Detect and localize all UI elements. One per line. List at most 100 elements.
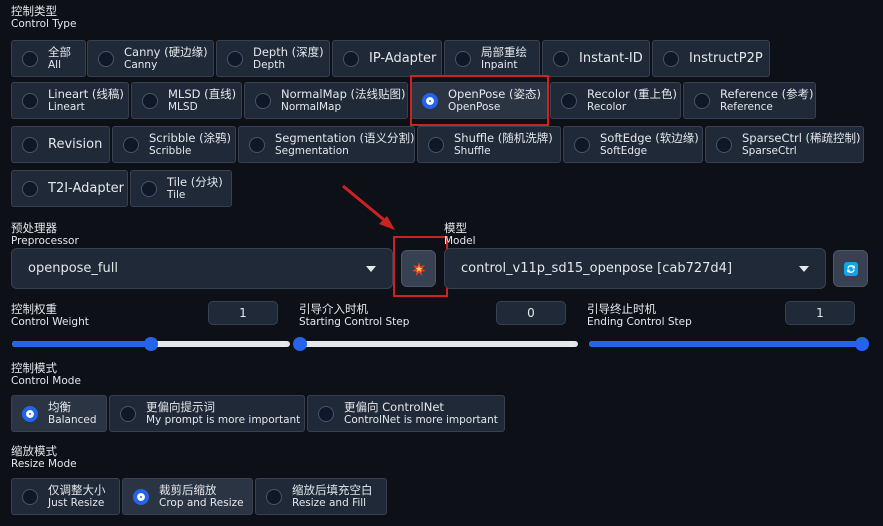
radio-option[interactable]: Instant-ID <box>542 40 650 77</box>
radio-option-text: 更偏向 ControlNet ControlNet is more importa… <box>344 400 498 427</box>
radio-option-text: 缩放后填充空白 Resize and Fill <box>292 484 373 510</box>
starting-step-slider-thumb[interactable] <box>293 337 307 351</box>
radio-unchecked-icon[interactable] <box>574 136 590 153</box>
control-type-label-en: Control Type <box>11 18 77 30</box>
radio-option[interactable]: Shuffle (随机洗牌) Shuffle <box>417 126 561 163</box>
radio-option-text: 更偏向提示词 My prompt is more important <box>146 401 300 427</box>
highlight-box-run-preprocessor <box>393 236 448 297</box>
radio-option[interactable]: Revision <box>11 126 110 163</box>
radio-option[interactable]: Lineart (线稿) Lineart <box>11 82 129 119</box>
radio-unchecked-icon[interactable] <box>249 136 265 153</box>
radio-unchecked-icon[interactable] <box>428 136 444 153</box>
radio-checked-icon[interactable] <box>133 488 149 505</box>
radio-unchecked-icon[interactable] <box>22 180 38 197</box>
radio-option[interactable]: SparseCtrl (稀疏控制) SparseCtrl <box>705 126 864 163</box>
control-weight-slider-thumb[interactable] <box>144 337 158 351</box>
radio-option[interactable]: Depth (深度) Depth <box>216 40 330 77</box>
radio-unchecked-icon[interactable] <box>455 50 471 67</box>
radio-option-label: Scribble (涂鸦) <box>149 131 232 145</box>
radio-option-text: Shuffle (随机洗牌) Shuffle <box>454 132 553 158</box>
radio-option[interactable]: Scribble (涂鸦) Scribble <box>112 126 236 163</box>
radio-option-sublabel: MLSD <box>168 101 198 113</box>
radio-option-label: Revision <box>48 137 103 152</box>
radio-unchecked-icon[interactable] <box>227 50 243 67</box>
radio-option-label: Tile (分块) <box>167 175 223 189</box>
starting-step-input[interactable]: 0 <box>496 301 566 325</box>
radio-unchecked-icon[interactable] <box>123 136 139 153</box>
radio-option-label: Lineart (线稿) <box>48 87 124 101</box>
control-weight-input[interactable]: 1 <box>208 301 278 325</box>
radio-option-label: SoftEdge (软边缘) <box>600 131 699 145</box>
radio-checked-icon[interactable] <box>22 405 38 422</box>
radio-option[interactable]: 均衡 Balanced <box>11 395 107 432</box>
radio-option-label: 均衡 <box>48 400 71 414</box>
radio-option[interactable]: 全部 All <box>11 40 86 77</box>
radio-unchecked-icon[interactable] <box>98 50 114 67</box>
control-weight-label: 控制权重 Control Weight <box>11 303 89 329</box>
radio-option[interactable]: MLSD (直线) MLSD <box>131 82 242 119</box>
radio-option-sublabel: NormalMap <box>281 101 342 113</box>
radio-option[interactable]: InstructP2P <box>652 40 770 77</box>
radio-unchecked-icon[interactable] <box>22 50 38 67</box>
radio-unchecked-icon[interactable] <box>716 136 732 153</box>
radio-option-label: 更偏向 ControlNet <box>344 400 444 414</box>
radio-option[interactable]: SoftEdge (软边缘) SoftEdge <box>563 126 703 163</box>
radio-unchecked-icon[interactable] <box>561 92 577 109</box>
radio-option-label: NormalMap (法线贴图) <box>281 87 406 101</box>
radio-option-sublabel: Resize and Fill <box>292 497 367 509</box>
radio-option[interactable]: 更偏向提示词 My prompt is more important <box>109 395 305 432</box>
radio-unchecked-icon[interactable] <box>694 92 710 109</box>
starting-step-slider[interactable] <box>293 337 578 351</box>
control-type-label-cn: 控制类型 <box>11 4 57 18</box>
radio-option[interactable]: IP-Adapter <box>332 40 442 77</box>
radio-unchecked-icon[interactable] <box>318 405 334 422</box>
radio-option-text: 裁剪后缩放 Crop and Resize <box>159 484 244 510</box>
preprocessor-value: openpose_full <box>28 261 118 276</box>
radio-unchecked-icon[interactable] <box>120 405 136 422</box>
radio-unchecked-icon[interactable] <box>663 50 679 67</box>
radio-option-label: 仅调整大小 <box>48 483 106 497</box>
radio-option[interactable]: 裁剪后缩放 Crop and Resize <box>122 478 253 515</box>
radio-unchecked-icon[interactable] <box>22 488 38 505</box>
radio-option[interactable]: Tile (分块) Tile <box>130 170 232 207</box>
ending-step-slider[interactable] <box>589 337 869 351</box>
radio-option[interactable]: T2I-Adapter <box>11 170 128 207</box>
radio-option[interactable]: 仅调整大小 Just Resize <box>11 478 120 515</box>
radio-option-text: Segmentation (语义分割) Segmentation <box>275 132 414 158</box>
ending-step-label-en: Ending Control Step <box>587 316 692 328</box>
radio-option-label: IP-Adapter <box>369 51 437 66</box>
preprocessor-label: 预处理器 Preprocessor <box>11 222 79 248</box>
refresh-models-button[interactable] <box>833 250 868 287</box>
model-dropdown[interactable]: control_v11p_sd15_openpose [cab727d4] <box>444 248 826 289</box>
radio-option[interactable]: 更偏向 ControlNet ControlNet is more importa… <box>307 395 505 432</box>
radio-option[interactable]: Recolor (重上色) Recolor <box>550 82 681 119</box>
radio-option-text: MLSD (直线) MLSD <box>168 88 236 114</box>
radio-option-sublabel: Lineart <box>48 101 85 113</box>
ending-step-input[interactable]: 1 <box>785 301 855 325</box>
radio-unchecked-icon[interactable] <box>22 136 38 153</box>
control-weight-slider[interactable] <box>12 337 290 351</box>
preprocessor-dropdown[interactable]: openpose_full <box>11 248 393 289</box>
radio-option[interactable]: Reference (参考) Reference <box>683 82 816 119</box>
radio-option[interactable]: NormalMap (法线贴图) NormalMap <box>244 82 408 119</box>
ending-step-slider-thumb[interactable] <box>855 337 869 351</box>
radio-option[interactable]: 缩放后填充空白 Resize and Fill <box>255 478 387 515</box>
radio-option[interactable]: 局部重绘 Inpaint <box>444 40 540 77</box>
ending-step-label-cn: 引导终止时机 <box>587 302 656 316</box>
radio-unchecked-icon[interactable] <box>343 50 359 67</box>
radio-unchecked-icon[interactable] <box>142 92 158 109</box>
chevron-down-icon <box>799 265 809 272</box>
radio-option-text: Scribble (涂鸦) Scribble <box>149 131 232 158</box>
control-weight-label-en: Control Weight <box>11 316 89 328</box>
model-label: 模型 Model <box>444 222 476 248</box>
radio-option-text: Lineart (线稿) Lineart <box>48 87 124 114</box>
radio-option-sublabel: Tile <box>167 189 186 201</box>
radio-unchecked-icon[interactable] <box>141 180 157 197</box>
radio-option[interactable]: Canny (硬边缘) Canny <box>87 40 214 77</box>
radio-unchecked-icon[interactable] <box>255 92 271 109</box>
radio-unchecked-icon[interactable] <box>266 488 282 505</box>
radio-unchecked-icon[interactable] <box>553 50 569 67</box>
radio-option[interactable]: Segmentation (语义分割) Segmentation <box>238 126 415 163</box>
radio-unchecked-icon[interactable] <box>22 92 38 109</box>
control-mode-label: 控制模式 Control Mode <box>11 362 81 388</box>
